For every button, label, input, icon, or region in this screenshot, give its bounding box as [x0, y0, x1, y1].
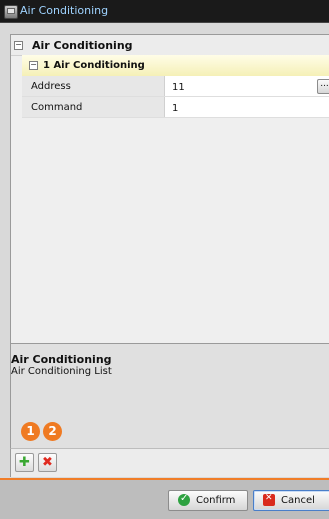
delete-x-icon: ✖ — [42, 455, 53, 470]
add-button[interactable]: ✚ — [15, 453, 34, 472]
collapse-icon[interactable]: − — [29, 61, 38, 70]
property-value[interactable]: 11 — [172, 82, 185, 93]
description-text: Air Conditioning List — [11, 366, 112, 377]
group-label: Air Conditioning — [32, 39, 133, 52]
window-title: Air Conditioning — [20, 4, 109, 17]
group-header[interactable]: − Air Conditioning — [11, 35, 329, 56]
confirm-label: Confirm — [196, 495, 236, 506]
property-row-command[interactable]: Command 1 — [22, 97, 329, 118]
browse-button[interactable]: ... — [317, 79, 329, 94]
check-icon — [178, 493, 190, 506]
description-title: Air Conditioning — [11, 353, 112, 366]
cancel-button[interactable]: Cancel — [253, 490, 329, 511]
confirm-button[interactable]: Confirm — [168, 490, 248, 511]
add-plus-icon: ✚ — [19, 455, 30, 470]
window-titlebar: Air Conditioning — [0, 0, 329, 23]
property-name: Address — [31, 81, 71, 92]
property-grid: − Air Conditioning − 1 Air Conditioning … — [10, 34, 329, 344]
cancel-label: Cancel — [281, 495, 315, 506]
property-row-address[interactable]: Address 11 ... — [22, 76, 329, 97]
collapse-icon[interactable]: − — [14, 41, 23, 50]
item-header[interactable]: − 1 Air Conditioning — [22, 55, 329, 77]
dialog-footer: Confirm Cancel — [0, 480, 329, 519]
property-value[interactable]: 1 — [172, 103, 178, 114]
app-window-icon — [4, 5, 18, 19]
list-toolbar: ✚ ✖ — [10, 448, 329, 477]
delete-button[interactable]: ✖ — [38, 453, 57, 472]
callout-marker-1: 1 — [21, 422, 40, 441]
cancel-x-icon — [263, 493, 275, 506]
callout-marker-2: 2 — [43, 422, 62, 441]
item-label: 1 Air Conditioning — [43, 60, 145, 71]
property-name: Command — [31, 102, 83, 113]
